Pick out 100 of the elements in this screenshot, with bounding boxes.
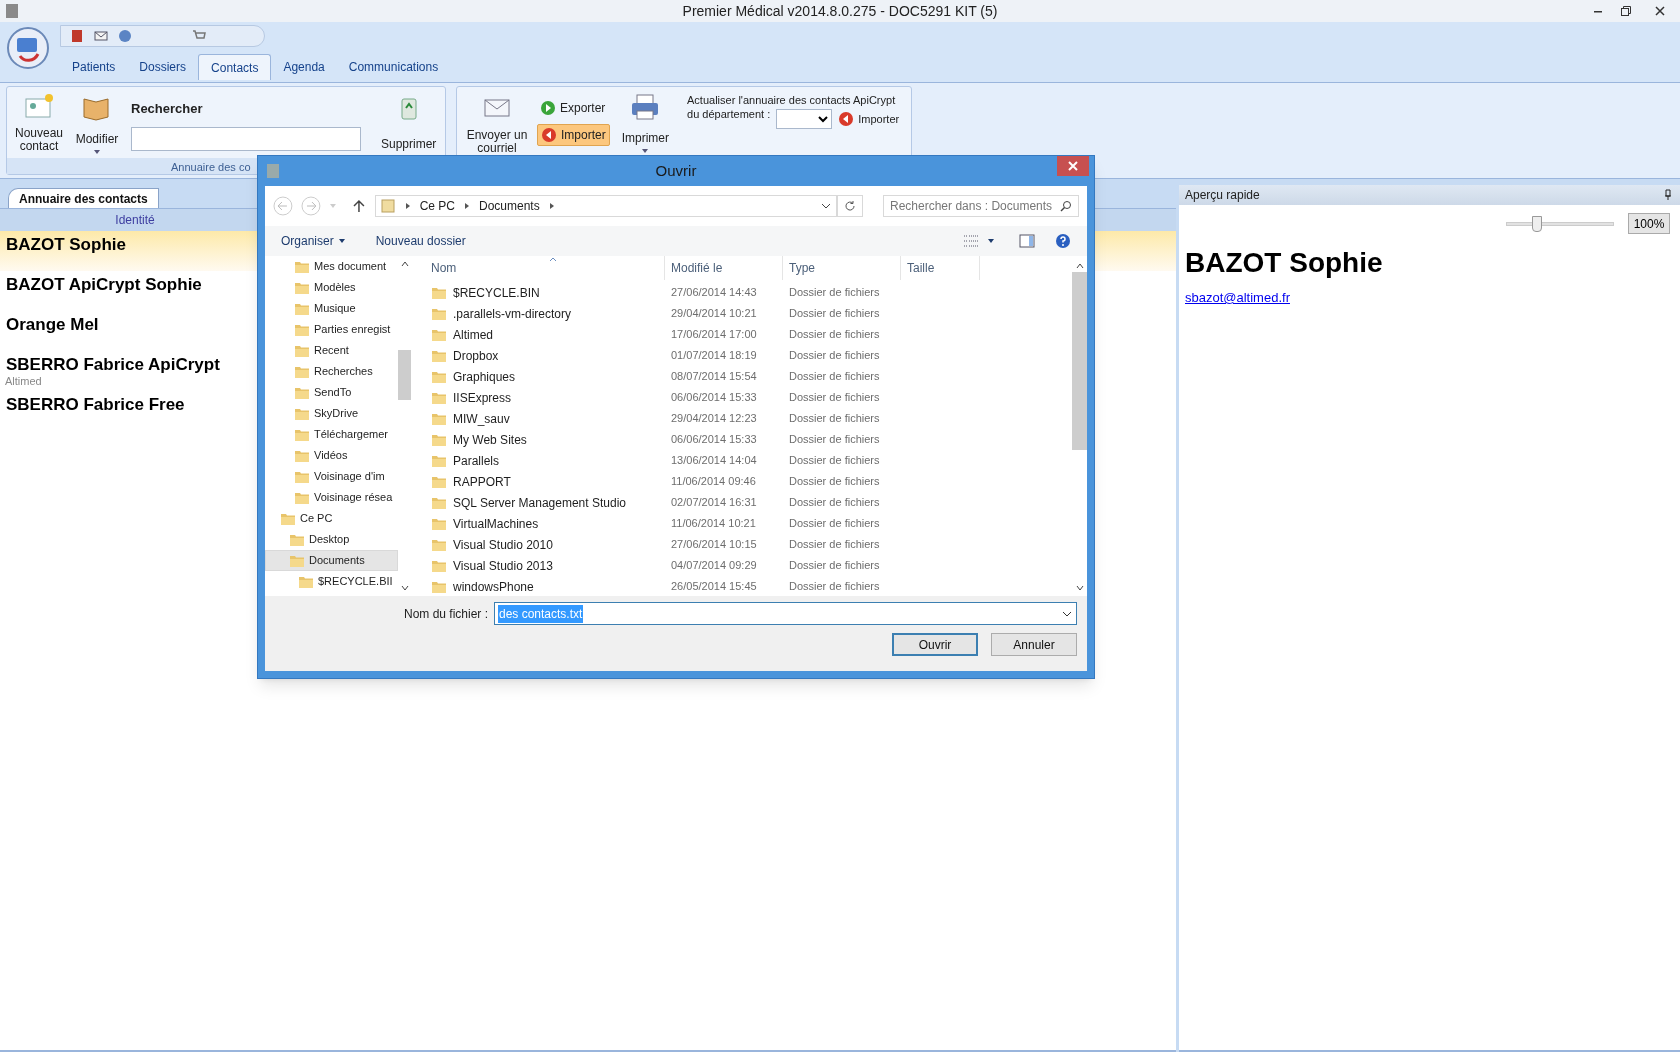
scrollbar-thumb[interactable] bbox=[1072, 272, 1087, 450]
file-row[interactable]: Graphiques 08/07/2014 15:54 Dossier de fichiers bbox=[421, 366, 1072, 387]
ribbon-tab[interactable]: Communications bbox=[336, 54, 451, 80]
ribbon-tab[interactable]: Patients bbox=[60, 54, 128, 80]
import-button[interactable]: Importer bbox=[537, 124, 610, 146]
dialog-button[interactable]: Ouvrir bbox=[892, 633, 978, 656]
file-row[interactable]: VirtualMachines 11/06/2014 10:21 Dossier de fichiers bbox=[421, 513, 1072, 534]
nav-item[interactable]: Téléchargemer bbox=[265, 424, 398, 445]
send-mail-button[interactable]: Envoyer un courriel bbox=[465, 91, 529, 155]
column-header[interactable]: Modifié le bbox=[665, 256, 783, 280]
nav-item[interactable]: Parties enregist bbox=[265, 319, 398, 340]
close-icon bbox=[1067, 160, 1079, 172]
file-date: 17/06/2014 17:00 bbox=[670, 327, 758, 343]
breadcrumb[interactable]: Ce PC bbox=[419, 197, 455, 215]
nav-item[interactable]: Recent bbox=[265, 340, 398, 361]
back-circle-icon bbox=[541, 127, 557, 143]
panel-tab[interactable]: Annuaire des contacts bbox=[8, 188, 159, 208]
search-label: Rechercher bbox=[131, 100, 204, 118]
envelope-icon[interactable] bbox=[93, 28, 109, 44]
file-name: Visual Studio 2010 bbox=[453, 536, 553, 554]
chevron-icon bbox=[547, 202, 556, 210]
dialog-button[interactable]: Annuler bbox=[991, 633, 1077, 656]
print-button[interactable]: Imprimer bbox=[621, 91, 670, 155]
scroll-up-icon[interactable] bbox=[1075, 262, 1084, 270]
nav-item[interactable]: Modèles bbox=[265, 277, 398, 298]
globe-icon[interactable] bbox=[117, 28, 133, 44]
zoom-slider-thumb[interactable] bbox=[1531, 215, 1542, 232]
preview-pane-icon[interactable] bbox=[1019, 233, 1035, 249]
file-row[interactable]: Dropbox 01/07/2014 18:19 Dossier de fichiers bbox=[421, 345, 1072, 366]
search-icon bbox=[1060, 200, 1072, 212]
file-name: SQL Server Management Studio bbox=[453, 494, 626, 512]
file-type: Dossier de fichiers bbox=[788, 369, 881, 385]
address-bar[interactable]: Ce PC Documents bbox=[374, 195, 838, 217]
file-row[interactable]: $RECYCLE.BIN 27/06/2014 14:43 Dossier de fichiers bbox=[421, 282, 1072, 303]
nav-item[interactable]: Musique bbox=[265, 298, 398, 319]
column-header[interactable]: Nom bbox=[421, 256, 665, 280]
scroll-down-icon[interactable] bbox=[1075, 584, 1084, 592]
up-arrow-icon[interactable] bbox=[350, 198, 367, 214]
breadcrumb[interactable]: Documents bbox=[479, 197, 540, 215]
pin-icon[interactable] bbox=[1662, 189, 1674, 201]
ribbon-tab[interactable]: Contacts bbox=[198, 54, 272, 80]
file-type: Dossier de fichiers bbox=[788, 558, 881, 574]
file-row[interactable]: .parallels-vm-directory 29/04/2014 10:21 Dossier de fichiers bbox=[421, 303, 1072, 324]
file-row[interactable]: windowsPhone 26/05/2014 15:45 Dossier de fichiers bbox=[421, 576, 1072, 596]
file-row[interactable]: Visual Studio 2013 04/07/2014 09:29 Dossier de fichiers bbox=[421, 555, 1072, 576]
organize-button[interactable]: Organiser bbox=[281, 232, 346, 250]
close-button[interactable] bbox=[1057, 156, 1089, 176]
department-dropdown[interactable] bbox=[776, 109, 833, 129]
file-date: 13/06/2014 14:04 bbox=[670, 453, 758, 469]
column-header[interactable]: Type bbox=[783, 256, 901, 280]
column-header[interactable]: Taille bbox=[901, 256, 980, 280]
file-type: Dossier de fichiers bbox=[788, 306, 881, 322]
nav-item[interactable]: SendTo bbox=[265, 382, 398, 403]
contact-name: BAZOT Sophie bbox=[6, 235, 126, 255]
nav-item[interactable]: Recherches bbox=[265, 361, 398, 382]
nav-item[interactable]: Vidéos bbox=[265, 445, 398, 466]
nav-item[interactable]: Voisinage résea bbox=[265, 487, 398, 508]
file-row[interactable]: Visual Studio 2010 27/06/2014 10:15 Dossier de fichiers bbox=[421, 534, 1072, 555]
new-folder-button[interactable]: Nouveau dossier bbox=[375, 232, 466, 250]
scroll-down-icon[interactable] bbox=[400, 584, 409, 592]
file-row[interactable]: Altimed 17/06/2014 17:00 Dossier de fichiers bbox=[421, 324, 1072, 345]
file-type: Dossier de fichiers bbox=[788, 327, 881, 343]
edit-button[interactable]: Modifier bbox=[73, 91, 121, 156]
scrollbar-thumb[interactable] bbox=[398, 350, 411, 400]
new-contact-button[interactable]: Nouveau contact bbox=[15, 91, 63, 153]
file-row[interactable]: IISExpress 06/06/2014 15:33 Dossier de fichiers bbox=[421, 387, 1072, 408]
file-type: Dossier de fichiers bbox=[788, 411, 881, 427]
file-row[interactable]: SQL Server Management Studio 02/07/2014 16:31 Dossier de fichiers bbox=[421, 492, 1072, 513]
app-orb-icon[interactable] bbox=[6, 26, 50, 70]
view-options-icon[interactable] bbox=[963, 233, 979, 249]
filename-label: Nom du fichier : bbox=[403, 605, 488, 623]
caret-icon bbox=[93, 148, 101, 156]
file-type: Dossier de fichiers bbox=[788, 495, 881, 511]
apicrypt-import-button[interactable]: Importer bbox=[838, 111, 900, 128]
nav-item[interactable]: $RECYCLE.BII bbox=[265, 571, 398, 592]
file-row[interactable]: MIW_sauv 29/04/2014 12:23 Dossier de fichiers bbox=[421, 408, 1072, 429]
delete-button[interactable]: Supprimer bbox=[381, 91, 437, 153]
search-field[interactable] bbox=[131, 126, 361, 151]
nav-item[interactable]: Documents bbox=[265, 550, 398, 571]
ribbon-tab[interactable]: Agenda bbox=[271, 54, 337, 80]
nav-item[interactable]: Ce PC bbox=[265, 508, 398, 529]
file-name: Parallels bbox=[453, 452, 500, 470]
file-name: My Web Sites bbox=[453, 431, 527, 449]
nav-item[interactable]: Voisinage d'im bbox=[265, 466, 398, 487]
search-field[interactable]: Rechercher dans : Documents bbox=[883, 195, 1079, 217]
ribbon-tab[interactable]: Dossiers bbox=[127, 54, 199, 80]
scroll-up-icon[interactable] bbox=[400, 260, 409, 268]
file-row[interactable]: RAPPORT 11/06/2014 09:46 Dossier de fichiers bbox=[421, 471, 1072, 492]
export-button[interactable]: Exporter bbox=[537, 97, 610, 119]
email-link[interactable]: sbazot@altimed.fr bbox=[1185, 290, 1290, 305]
help-icon[interactable] bbox=[1055, 233, 1071, 249]
nav-item[interactable]: SkyDrive bbox=[265, 403, 398, 424]
file-row[interactable]: Parallels 13/06/2014 14:04 Dossier de fichiers bbox=[421, 450, 1072, 471]
window-title: Premier Médical v2014.8.0.275 - DOC5291 KIT (5) bbox=[682, 1, 998, 21]
file-date: 27/06/2014 10:15 bbox=[670, 537, 758, 553]
file-type: Dossier de fichiers bbox=[788, 285, 881, 301]
nav-item[interactable]: Desktop bbox=[265, 529, 398, 550]
file-row[interactable]: My Web Sites 06/06/2014 15:33 Dossier de fichiers bbox=[421, 429, 1072, 450]
file-type: Dossier de fichiers bbox=[788, 474, 881, 490]
nav-item[interactable]: Mes document bbox=[265, 256, 398, 277]
